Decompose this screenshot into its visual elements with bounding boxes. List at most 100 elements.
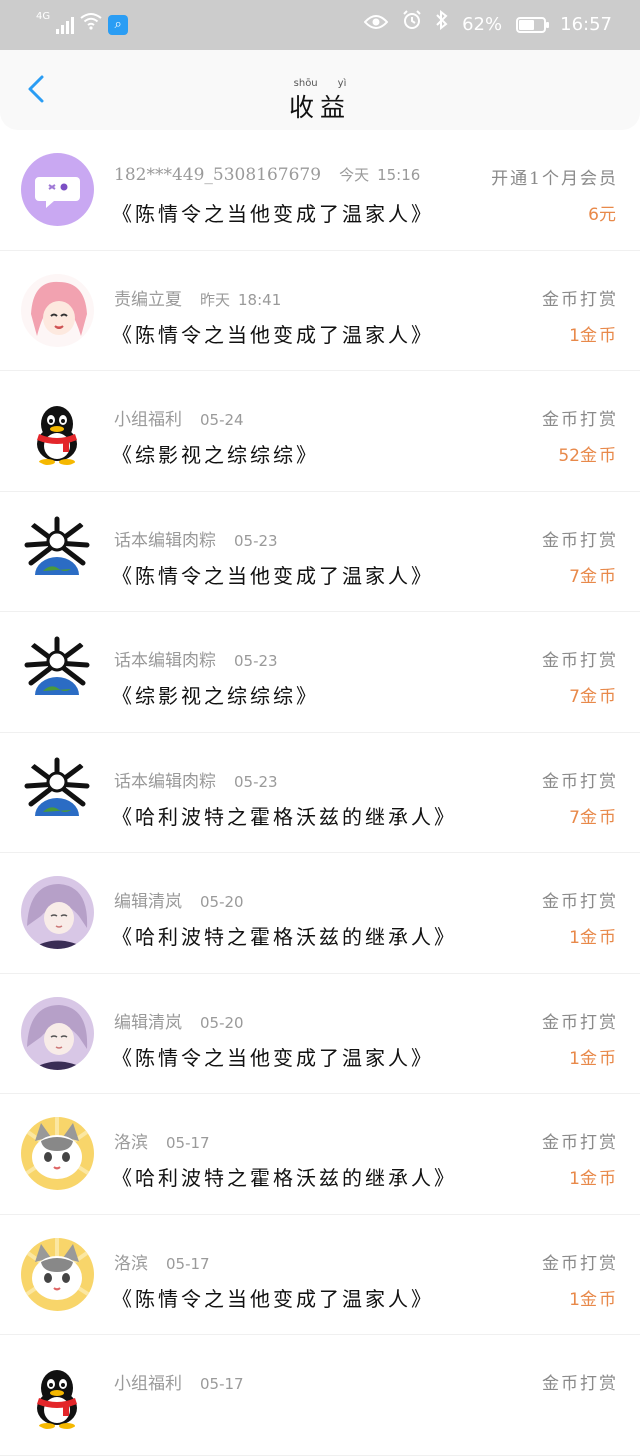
earnings-row[interactable]: 洛滨 05-17 《陈情令之当他变成了温家人》 金币打赏 1金币 [0, 1215, 640, 1335]
time-value: 05-23 [234, 652, 278, 670]
book-title[interactable]: 《陈情令之当他变成了温家人》 [112, 560, 434, 589]
earnings-row[interactable]: 话本编辑肉粽 05-23 《哈利波特之霍格沃兹的继承人》 金币打赏 7金币 [0, 733, 640, 853]
book-title[interactable]: 《综影视之综综综》 [112, 680, 319, 709]
sender-name: 话本编辑肉粽 [114, 530, 216, 551]
app-header: shōu yì 收益 [0, 50, 640, 130]
alarm-icon [402, 0, 422, 50]
sender-meta: 洛滨 05-17 [114, 1128, 210, 1153]
clock: 16:57 [560, 14, 612, 35]
anime-girl-purple-avatar[interactable] [21, 876, 94, 949]
earnings-row[interactable]: 话本编辑肉粽 05-23 《陈情令之当他变成了温家人》 金币打赏 7金币 [0, 492, 640, 612]
sender-name: 洛滨 [114, 1253, 148, 1274]
timestamp: 05-20 [200, 893, 244, 911]
earth-bones-icon[interactable] [21, 635, 94, 708]
sender-name: 编辑清岚 [114, 1012, 182, 1033]
reward-amount: 52金币 [558, 441, 618, 466]
reward-amount: 6元 [588, 200, 618, 225]
earnings-row[interactable]: 话本编辑肉粽 05-23 《综影视之综综综》 金币打赏 7金币 [0, 612, 640, 733]
book-title[interactable]: 《陈情令之当他变成了温家人》 [112, 1283, 434, 1312]
battery-percent: 62% [462, 14, 503, 35]
sender-name: 182***449_5308167679 [114, 165, 322, 185]
earnings-row[interactable]: 编辑清岚 05-20 《陈情令之当他变成了温家人》 金币打赏 1金币 [0, 974, 640, 1094]
reward-type: 金币打赏 [542, 1374, 618, 1394]
reward-amount: 1金币 [569, 1285, 618, 1310]
amount-unit: 元 [599, 205, 618, 225]
time-value: 05-24 [200, 411, 244, 429]
earnings-list: 182***449_5308167679 今天 15:16 《陈情令之当他变成了温家人… [0, 130, 640, 1456]
time-label: 昨天 [200, 290, 231, 309]
reward-amount: 7金币 [569, 562, 618, 587]
status-left: 4G ⌕ [36, 0, 129, 50]
sender-meta: 话本编辑肉粽 05-23 [114, 526, 278, 551]
book-title[interactable]: 《陈情令之当他变成了温家人》 [112, 319, 434, 348]
earnings-row[interactable]: 182***449_5308167679 今天 15:16 《陈情令之当他变成了温家人… [0, 130, 640, 251]
amount-value: 1 [569, 325, 580, 346]
earnings-row[interactable]: 编辑清岚 05-20 《哈利波特之霍格沃兹的继承人》 金币打赏 1金币 [0, 853, 640, 974]
qq-penguin-icon[interactable] [21, 1358, 94, 1431]
book-title[interactable]: 《综影视之综综综》 [112, 439, 319, 468]
amount-value: 1 [569, 928, 580, 948]
sender-meta: 编辑清岚 05-20 [114, 887, 244, 912]
earnings-row[interactable]: 洛滨 05-17 《哈利波特之霍格沃兹的继承人》 金币打赏 1金币 [0, 1094, 640, 1215]
amount-value: 7 [569, 807, 580, 828]
battery-level [519, 20, 535, 30]
signal-icon [56, 16, 75, 34]
sender-meta: 编辑清岚 05-20 [114, 1008, 244, 1033]
network-type: 4G [36, 11, 51, 22]
reward-type: 开通1个月会员 [491, 169, 618, 189]
amount-unit: 金币 [580, 446, 618, 466]
bluetooth-icon [436, 0, 448, 50]
reward-amount: 1金币 [569, 1164, 618, 1189]
reward-type: 金币打赏 [542, 1133, 618, 1153]
reward-amount: 1金币 [569, 923, 618, 948]
time-label: 今天 [339, 166, 370, 184]
sender-name: 编辑清岚 [114, 892, 182, 912]
chat-bubble-icon[interactable] [21, 153, 94, 226]
wifi-icon [80, 0, 102, 50]
qq-penguin-icon[interactable] [21, 394, 94, 467]
anime-girl-purple-avatar[interactable] [21, 996, 94, 1070]
reward-type: 金币打赏 [542, 651, 618, 671]
reward-type: 金币打赏 [542, 1253, 618, 1274]
time-value: 05-20 [200, 1013, 244, 1032]
timestamp: 05-17 [166, 1255, 210, 1273]
earnings-row[interactable]: 小组福利 05-17 金币打赏 [0, 1335, 640, 1456]
earth-bones-icon[interactable] [21, 755, 94, 829]
reward-amount: 7金币 [569, 803, 618, 828]
timestamp: 05-24 [200, 411, 244, 429]
amount-unit: 金币 [580, 687, 618, 707]
amount-value: 1 [569, 1169, 580, 1189]
timestamp: 05-23 [234, 773, 278, 791]
amount-value: 1 [569, 1048, 580, 1069]
cat-avatar-avatar[interactable] [21, 1117, 94, 1190]
book-title[interactable]: 《哈利波特之霍格沃兹的继承人》 [112, 921, 457, 950]
earnings-row[interactable]: 小组福利 05-24 《综影视之综综综》 金币打赏 52金币 [0, 371, 640, 492]
status-bar: 4G ⌕ 62% 16:57 [0, 0, 640, 50]
earnings-row[interactable]: 责编立夏 昨天 18:41 《陈情令之当他变成了温家人》 金币打赏 1金币 [0, 251, 640, 371]
sender-name: 小组福利 [114, 410, 182, 430]
timestamp: 05-23 [234, 652, 278, 670]
sender-meta: 洛滨 05-17 [114, 1249, 210, 1274]
cat-avatar-avatar[interactable] [21, 1237, 94, 1311]
amount-value: 6 [588, 205, 599, 225]
amount-unit: 金币 [580, 928, 618, 948]
anime-girl-pink-hair-avatar[interactable] [21, 273, 94, 347]
timestamp: 05-23 [234, 532, 278, 550]
reward-amount: 7金币 [569, 682, 618, 707]
eye-icon [363, 0, 389, 50]
sender-name: 话本编辑肉粽 [114, 651, 216, 671]
book-title[interactable]: 《陈情令之当他变成了温家人》 [112, 198, 434, 227]
time-value: 05-23 [234, 772, 278, 791]
amount-value: 7 [569, 566, 580, 587]
book-title[interactable]: 《哈利波特之霍格沃兹的继承人》 [112, 801, 457, 830]
amount-unit: 金币 [580, 325, 618, 346]
amount-value: 52 [558, 446, 580, 466]
amount-unit: 金币 [580, 1289, 618, 1310]
book-title[interactable]: 《陈情令之当他变成了温家人》 [112, 1042, 434, 1071]
status-right: 62% 16:57 [363, 0, 612, 50]
time-value: 18:41 [238, 290, 282, 309]
book-title[interactable]: 《哈利波特之霍格沃兹的继承人》 [112, 1162, 457, 1191]
time-value: 05-23 [234, 531, 278, 550]
timestamp: 今天 15:16 [339, 166, 420, 184]
earth-bones-icon[interactable] [21, 514, 94, 588]
